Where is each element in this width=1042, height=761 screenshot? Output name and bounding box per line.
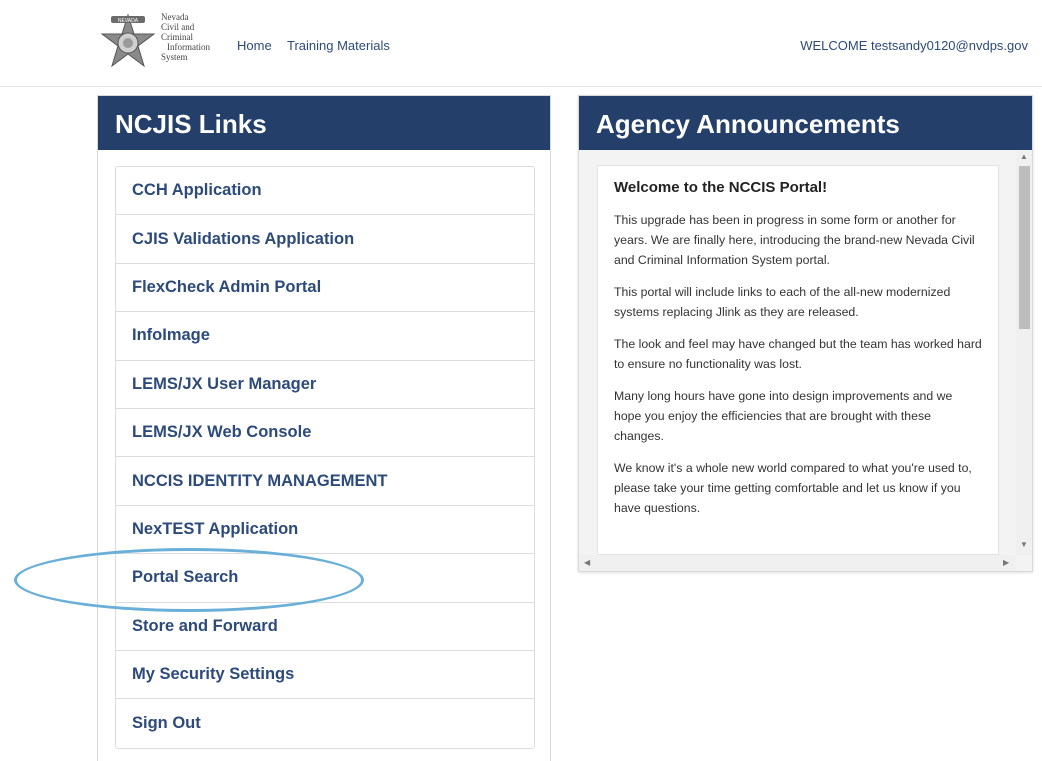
logo-badge-text: NEVADA <box>118 18 139 24</box>
logo-line: System <box>161 52 188 62</box>
link-nccis-identity-management[interactable]: NCCIS IDENTITY MANAGEMENT <box>116 457 534 506</box>
announcement-paragraph: We know it's a whole new world compared … <box>614 461 972 515</box>
logo-line: Criminal <box>161 32 193 42</box>
vertical-scrollbar[interactable]: ▲ ▼ <box>1016 150 1032 555</box>
nav-training-materials-link[interactable]: Training Materials <box>287 38 390 53</box>
agency-announcements-title: Agency Announcements <box>579 96 1032 150</box>
link-portal-search[interactable]: Portal Search <box>116 554 534 603</box>
announcement-paragraph: Many long hours have gone into design im… <box>614 389 953 443</box>
top-navbar: NEVADA Nevada Civil and Criminal Informa… <box>0 0 1042 87</box>
horizontal-scrollbar[interactable]: ◀ ▶ <box>579 555 1016 571</box>
logo-line: Information <box>167 42 210 52</box>
nav-home-link[interactable]: Home <box>237 38 272 53</box>
nevada-star-badge-icon: NEVADA <box>100 13 156 68</box>
link-my-security-settings[interactable]: My Security Settings <box>116 651 534 700</box>
scroll-up-icon[interactable]: ▲ <box>1020 152 1028 161</box>
link-lems-jx-user-manager[interactable]: LEMS/JX User Manager <box>116 361 534 409</box>
scroll-down-icon[interactable]: ▼ <box>1020 540 1028 549</box>
link-cch-application[interactable]: CCH Application <box>116 167 534 216</box>
announcement-paragraph: This upgrade has been in progress in som… <box>614 213 975 267</box>
link-sign-out[interactable]: Sign Out <box>116 699 534 747</box>
agency-announcements-panel: Agency Announcements Welcome to the NCCI… <box>578 95 1033 572</box>
link-infoimage[interactable]: InfoImage <box>116 312 534 361</box>
logo-line: Nevada <box>161 12 189 22</box>
announcement-paragraph: The look and feel may have changed but t… <box>614 337 982 371</box>
link-cjis-validations-application[interactable]: CJIS Validations Application <box>116 215 534 264</box>
announcement-card: Welcome to the NCCIS Portal! This upgrad… <box>597 165 999 555</box>
welcome-user-text[interactable]: WELCOME testsandy0120@nvdps.gov <box>800 38 1028 53</box>
ncjis-links-panel: NCJIS Links CCH Application CJIS Validat… <box>97 95 551 761</box>
ncjis-links-list: CCH Application CJIS Validations Applica… <box>115 166 535 749</box>
vertical-scroll-thumb[interactable] <box>1019 166 1030 329</box>
ncjis-links-title: NCJIS Links <box>98 96 550 150</box>
link-store-and-forward[interactable]: Store and Forward <box>116 603 534 651</box>
logo-text: Nevada Civil and Criminal Information Sy… <box>161 12 210 62</box>
scroll-left-icon[interactable]: ◀ <box>584 558 590 567</box>
link-flexcheck-admin-portal[interactable]: FlexCheck Admin Portal <box>116 264 534 313</box>
announcements-scroll-area[interactable]: Welcome to the NCCIS Portal! This upgrad… <box>579 150 1032 571</box>
link-nextest-application[interactable]: NexTEST Application <box>116 506 534 555</box>
announcement-paragraph: This portal will include links to each o… <box>614 285 951 319</box>
announcement-title: Welcome to the NCCIS Portal! <box>614 179 828 196</box>
link-lems-jx-web-console[interactable]: LEMS/JX Web Console <box>116 409 534 458</box>
scroll-right-icon[interactable]: ▶ <box>1003 558 1009 567</box>
logo-line: Civil and <box>161 22 195 32</box>
ncjis-logo[interactable]: NEVADA Nevada Civil and Criminal Informa… <box>97 10 222 76</box>
